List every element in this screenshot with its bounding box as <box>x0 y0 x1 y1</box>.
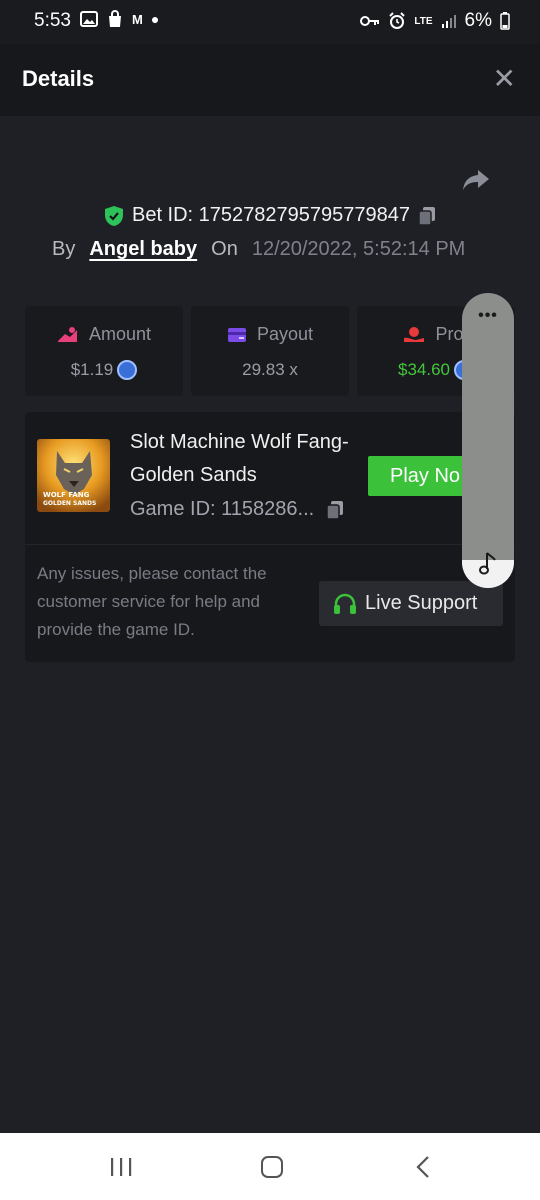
bet-meta-row: By Angel baby On 12/20/2022, 5:52:14 PM <box>52 238 465 261</box>
network-label: LTE <box>414 15 433 27</box>
battery-icon <box>500 12 510 30</box>
more-icon[interactable]: ••• <box>462 307 514 325</box>
profit-value: $34.60 <box>398 360 450 379</box>
amount-card: Amount $1.19 <box>25 306 183 396</box>
mail-icon: M <box>132 11 143 27</box>
game-thumbnail[interactable]: WOLF FANG GOLDEN SANDS <box>37 439 110 512</box>
home-icon[interactable] <box>260 1156 284 1178</box>
support-notice: Any issues, please contact the customer … <box>37 564 267 639</box>
amount-label: Amount <box>88 324 152 344</box>
system-nav-bar <box>0 1133 540 1200</box>
divider <box>25 544 515 545</box>
music-icon[interactable] <box>478 551 498 577</box>
game-id: Game ID: 1158286... <box>130 498 315 520</box>
status-bar: 5:53 M ● LTE 6% <box>0 0 540 44</box>
thumb-line-2: GOLDEN SANDS <box>43 500 96 507</box>
game-title[interactable]: Slot Machine Wolf Fang- Golden Sands <box>130 426 350 492</box>
payout-icon <box>227 327 246 342</box>
key-icon <box>360 16 380 26</box>
game-id-row: Game ID: 1158286... <box>130 498 344 521</box>
back-icon[interactable] <box>414 1155 432 1179</box>
amount-value: $1.19 <box>70 360 114 379</box>
close-icon[interactable]: ✕ <box>493 64 516 94</box>
page-title: Details <box>22 66 95 91</box>
image-icon <box>80 11 98 27</box>
copy-icon[interactable] <box>326 500 344 520</box>
status-time: 5:53 <box>34 10 71 31</box>
payout-label: Payout <box>256 324 314 344</box>
on-label: On <box>211 238 238 260</box>
amount-icon <box>57 326 77 342</box>
headset-icon <box>334 593 356 614</box>
profit-icon <box>404 326 425 342</box>
by-label: By <box>52 238 76 260</box>
live-support-label: Live Support <box>365 592 478 614</box>
recent-apps-icon[interactable] <box>109 1157 133 1177</box>
coin-icon <box>117 360 138 380</box>
alarm-icon <box>389 12 406 29</box>
details-header: Details ✕ <box>0 44 540 116</box>
share-icon[interactable] <box>462 168 490 192</box>
system-icons: LTE 6% <box>360 10 510 32</box>
copy-icon[interactable] <box>418 206 436 226</box>
payout-value: 29.83 x <box>242 360 298 379</box>
bet-id-row: Bet ID: 1752782795795779847 <box>0 204 540 227</box>
author-link[interactable]: Angel baby <box>89 238 197 261</box>
signal-icon <box>441 15 456 28</box>
bet-id: Bet ID: 1752782795795779847 <box>131 204 411 226</box>
floating-media-bubble[interactable]: ••• <box>462 293 514 588</box>
battery-percent: 6% <box>464 10 492 31</box>
payout-card: Payout 29.83 x <box>191 306 349 396</box>
shopping-bag-icon <box>109 10 121 27</box>
bet-date: 12/20/2022, 5:52:14 PM <box>251 238 466 260</box>
notification-icons: M ● <box>80 10 159 28</box>
shield-icon <box>104 205 123 226</box>
game-card: WOLF FANG GOLDEN SANDS Slot Machine Wolf… <box>25 412 515 662</box>
dot-icon: ● <box>150 11 160 27</box>
thumb-line-1: WOLF FANG <box>43 491 90 499</box>
wolf-image: WOLF FANG GOLDEN SANDS <box>37 439 110 512</box>
